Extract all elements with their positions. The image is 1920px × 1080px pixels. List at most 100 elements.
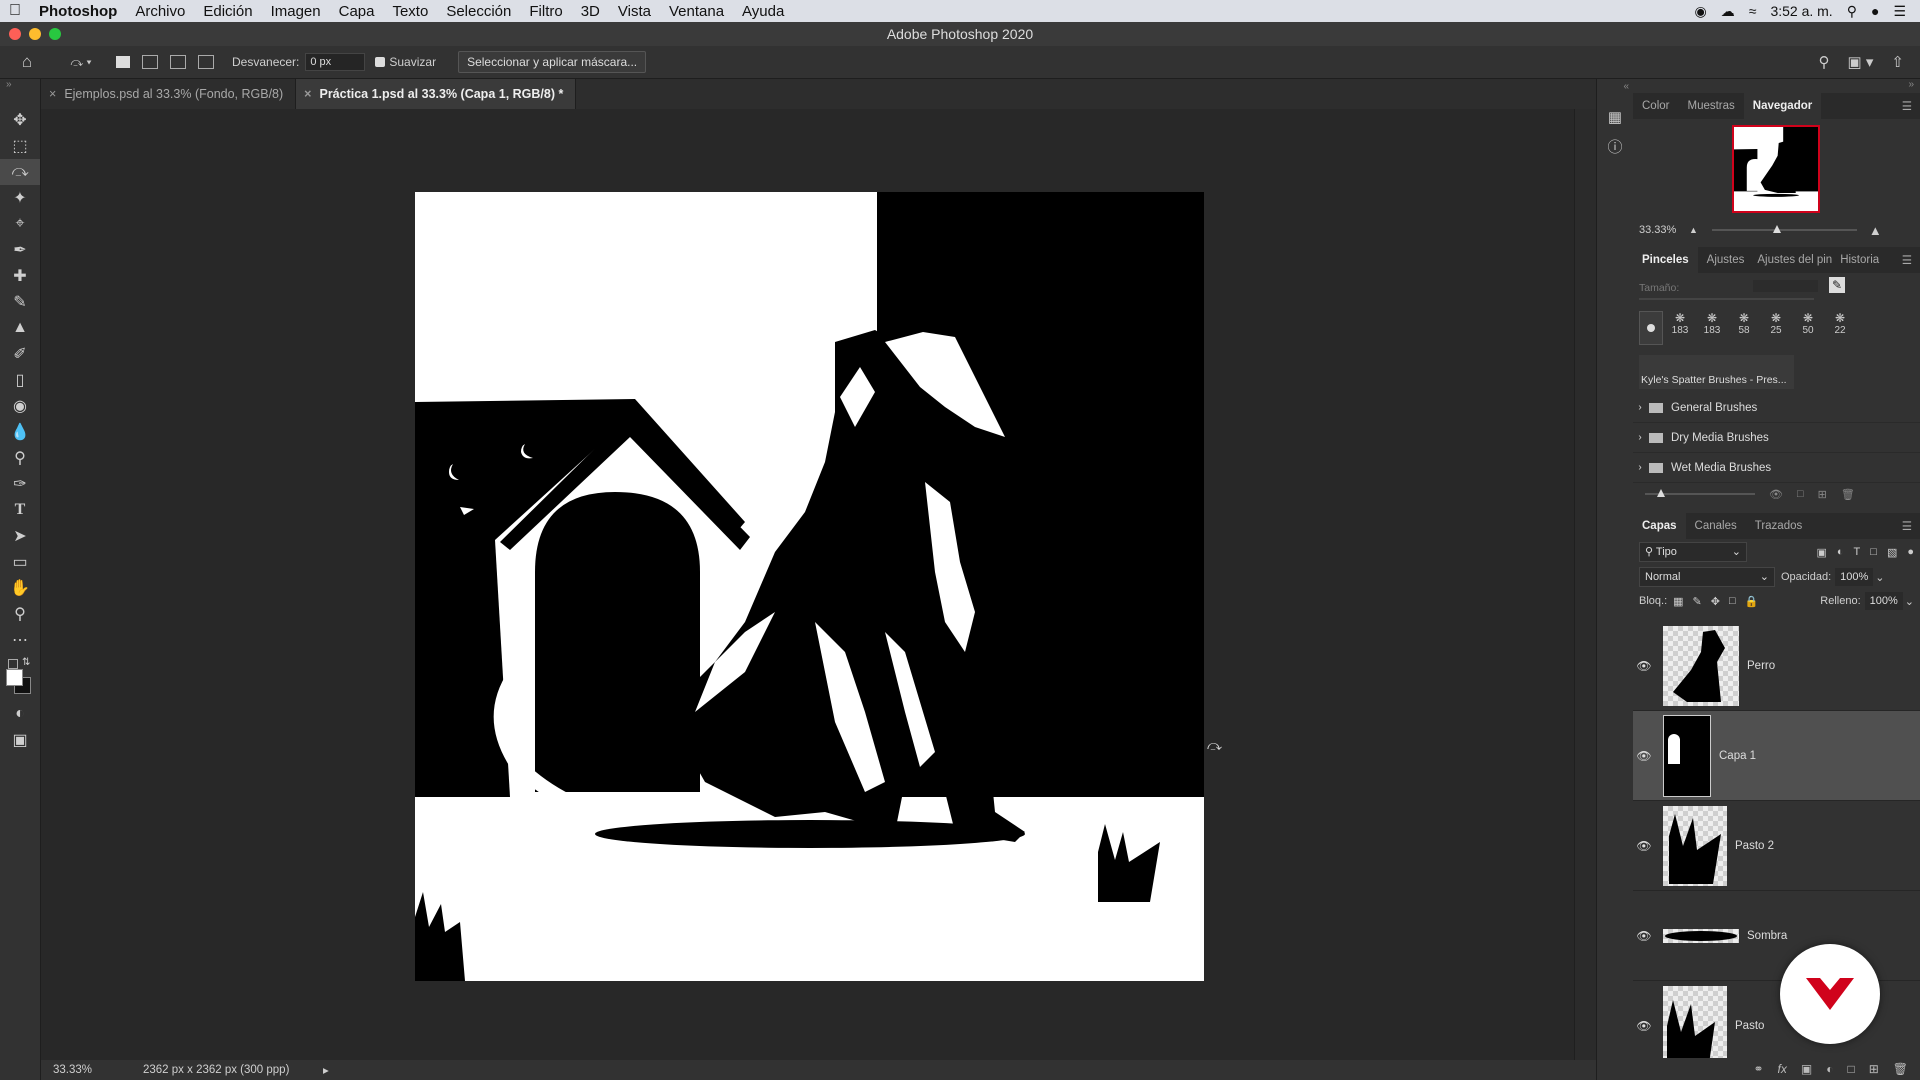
subtract-selection-icon[interactable] bbox=[170, 55, 186, 69]
collapse-toolbar-icon[interactable]: » bbox=[0, 79, 40, 107]
close-tab-icon[interactable]: × bbox=[304, 87, 311, 101]
clock[interactable]: 3:52 a. m. bbox=[1770, 3, 1832, 19]
healing-brush-tool-icon[interactable]: ✚ bbox=[0, 263, 40, 289]
lock-artboard-icon[interactable]: □ bbox=[1729, 595, 1736, 608]
magic-wand-tool-icon[interactable]: ✦ bbox=[0, 185, 40, 211]
visibility-eye-icon[interactable]: 👁 bbox=[1633, 749, 1655, 763]
layer-name[interactable]: Pasto 2 bbox=[1735, 840, 1774, 852]
new-selection-icon[interactable] bbox=[116, 56, 130, 68]
zoom-window-button[interactable] bbox=[49, 28, 61, 40]
lock-all-icon[interactable]: 🔒 bbox=[1745, 595, 1759, 608]
visibility-eye-icon[interactable]: 👁 bbox=[1633, 839, 1655, 853]
lasso-preset-icon[interactable]: ⤼ ▾ bbox=[54, 55, 108, 70]
share-icon[interactable]: ⇧ bbox=[1891, 53, 1904, 71]
menu-edicion[interactable]: Edición bbox=[194, 3, 261, 20]
visibility-eye-icon[interactable]: 👁 bbox=[1633, 929, 1655, 943]
apple-icon[interactable]:  bbox=[0, 2, 30, 20]
quick-mask-icon[interactable]: ◐ bbox=[0, 701, 40, 727]
filter-toggle-icon[interactable]: ● bbox=[1907, 546, 1914, 559]
status-menu-icon[interactable]: ▸ bbox=[323, 1063, 329, 1077]
menu-filtro[interactable]: Filtro bbox=[520, 3, 571, 20]
feather-input[interactable] bbox=[305, 53, 366, 71]
layer-filter-dropdown[interactable]: ⚲ Tipo ⌄ bbox=[1639, 542, 1747, 562]
layer-row[interactable]: 👁 Capa 1 bbox=[1633, 711, 1920, 801]
tab-ajustes-pincel[interactable]: Ajustes del pin bbox=[1753, 247, 1836, 273]
notification-center-icon[interactable]: ☰ bbox=[1893, 3, 1906, 20]
lock-position-icon[interactable]: ✥ bbox=[1711, 595, 1720, 608]
default-colors-icon[interactable] bbox=[8, 659, 18, 669]
eraser-tool-icon[interactable]: ▯ bbox=[0, 367, 40, 393]
layer-name[interactable]: Perro bbox=[1747, 660, 1775, 672]
tab-ejemplos[interactable]: × Ejemplos.psd al 33.3% (Fondo, RGB/8) bbox=[41, 79, 297, 109]
document-canvas[interactable] bbox=[415, 192, 1204, 981]
layer-thumbnail[interactable] bbox=[1663, 805, 1727, 886]
brush-size-slider[interactable] bbox=[1639, 298, 1814, 300]
close-window-button[interactable] bbox=[9, 28, 21, 40]
layer-thumbnail[interactable] bbox=[1663, 928, 1739, 943]
brush-preset[interactable]: ❋ 183 bbox=[1697, 311, 1727, 345]
color-swatches[interactable]: ⇅ bbox=[0, 653, 40, 701]
brush-preset[interactable]: ❋ 58 bbox=[1729, 311, 1759, 345]
history-brush-tool-icon[interactable]: ✐ bbox=[0, 341, 40, 367]
zoom-readout[interactable]: 33.33% bbox=[41, 1064, 123, 1076]
tab-pinceles[interactable]: Pinceles bbox=[1633, 247, 1698, 273]
layer-row[interactable]: 👁 Perro bbox=[1633, 621, 1920, 711]
panel-menu-icon[interactable]: ☰ bbox=[1902, 253, 1920, 267]
navigator-zoom-slider[interactable] bbox=[1711, 225, 1857, 233]
filter-shape-icon[interactable]: □ bbox=[1870, 546, 1877, 559]
rectangle-tool-icon[interactable]: ▭ bbox=[0, 549, 40, 575]
menu-texto[interactable]: Texto bbox=[383, 3, 437, 20]
zoom-in-icon[interactable]: ▲ bbox=[1869, 223, 1882, 238]
filter-type-icon[interactable]: T bbox=[1854, 546, 1861, 559]
pen-tool-icon[interactable]: ✑ bbox=[0, 471, 40, 497]
brush-preview-slider[interactable] bbox=[1645, 489, 1755, 497]
tab-trazados[interactable]: Trazados bbox=[1746, 513, 1812, 539]
collapse-dock-icon[interactable]: « bbox=[1597, 79, 1633, 94]
tab-ajustes[interactable]: Ajustes bbox=[1698, 247, 1754, 273]
new-layer-icon[interactable]: ⊞ bbox=[1869, 1062, 1879, 1076]
expand-panels-icon[interactable]: » bbox=[1633, 79, 1920, 93]
canvas-area[interactable]: ⤼ bbox=[41, 109, 1574, 1060]
brush-preset[interactable]: ❋ 50 bbox=[1793, 311, 1823, 345]
workspace-icon[interactable]: ▣ ▾ bbox=[1848, 53, 1874, 71]
filter-pixel-icon[interactable]: ▣ bbox=[1816, 546, 1826, 559]
dodge-tool-icon[interactable]: ⚲ bbox=[0, 445, 40, 471]
lock-transparency-icon[interactable]: ▦ bbox=[1673, 595, 1683, 608]
menu-vista[interactable]: Vista bbox=[609, 3, 660, 20]
paint-bucket-tool-icon[interactable]: ◉ bbox=[0, 393, 40, 419]
clone-stamp-tool-icon[interactable]: ▲ bbox=[0, 315, 40, 341]
tab-color[interactable]: Color bbox=[1633, 93, 1678, 119]
visibility-eye-icon[interactable]: 👁 bbox=[1633, 1019, 1655, 1033]
layer-thumbnail[interactable] bbox=[1663, 985, 1727, 1064]
add-selection-icon[interactable] bbox=[142, 55, 158, 69]
menu-imagen[interactable]: Imagen bbox=[262, 3, 330, 20]
tab-navegador[interactable]: Navegador bbox=[1743, 93, 1822, 119]
adjustment-layer-icon[interactable]: ◐ bbox=[1826, 1062, 1833, 1076]
wifi-icon[interactable]: ≈ bbox=[1749, 3, 1757, 19]
tab-canales[interactable]: Canales bbox=[1686, 513, 1746, 539]
brush-folder[interactable]: › General Brushes bbox=[1633, 393, 1920, 423]
close-tab-icon[interactable]: × bbox=[49, 87, 56, 101]
menu-seleccion[interactable]: Selección bbox=[437, 3, 520, 20]
recent-brush-item[interactable]: Kyle's Spatter Brushes - Pres... bbox=[1639, 355, 1794, 389]
spotlight-search-icon[interactable]: ⚲ bbox=[1847, 3, 1857, 20]
layer-thumbnail[interactable] bbox=[1663, 625, 1739, 706]
tab-capas[interactable]: Capas bbox=[1633, 513, 1686, 539]
marquee-tool-icon[interactable]: ⬚ bbox=[0, 133, 40, 159]
search-icon[interactable]: ⚲ bbox=[1819, 53, 1830, 71]
navigator-zoom-value[interactable]: 33.33% bbox=[1639, 224, 1681, 236]
screen-mode-icon[interactable]: ▣ bbox=[0, 727, 40, 753]
opacity-field[interactable]: 100% bbox=[1835, 568, 1874, 586]
menu-ayuda[interactable]: Ayuda bbox=[733, 3, 793, 20]
cloud-icon[interactable]: ☁ bbox=[1721, 3, 1735, 20]
zoom-out-icon[interactable]: ▲ bbox=[1689, 225, 1698, 235]
canvas-scrollbar[interactable] bbox=[1574, 109, 1597, 1060]
layer-name[interactable]: Pasto bbox=[1735, 1020, 1764, 1032]
brush-preset[interactable]: ❋ 22 bbox=[1825, 311, 1855, 345]
panel-menu-icon[interactable]: ☰ bbox=[1902, 519, 1920, 533]
select-and-mask-button[interactable]: Seleccionar y aplicar máscara... bbox=[458, 51, 647, 73]
filter-adjustment-icon[interactable]: ◐ bbox=[1837, 546, 1844, 559]
menu-3d[interactable]: 3D bbox=[572, 3, 609, 20]
new-brush-icon[interactable]: ⊞ bbox=[1818, 488, 1827, 501]
libraries-icon[interactable]: ▦ bbox=[1597, 108, 1633, 126]
